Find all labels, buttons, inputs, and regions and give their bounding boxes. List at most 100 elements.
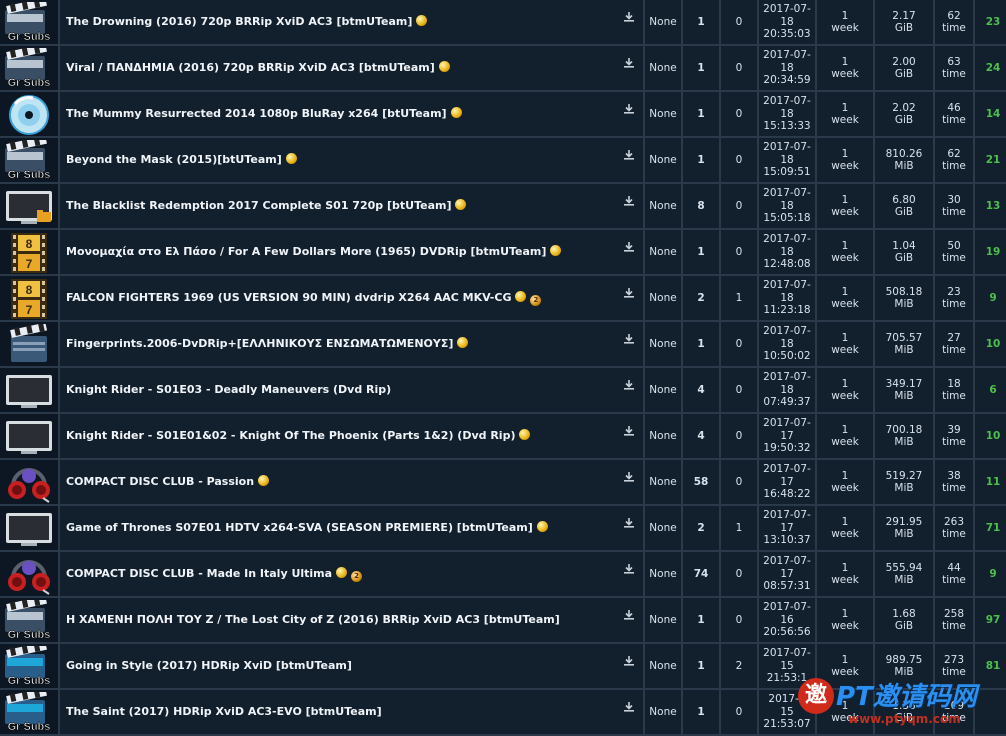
category-cell[interactable]: [0, 552, 60, 598]
table-row[interactable]: COMPACT DISC CLUB - Passion None 58 0 20…: [0, 460, 1006, 506]
torrent-title-link[interactable]: Viral / ΠΑΝΔΗΜΙΑ (2016) 720p BRRip XviD …: [66, 61, 435, 74]
category-cell[interactable]: Gr Subs: [0, 46, 60, 92]
snatched-times[interactable]: 46 time: [935, 92, 975, 138]
category-film-reel-icon[interactable]: 8 7: [3, 232, 55, 274]
table-row[interactable]: Fingerprints.2006-DvDRip+[ΕΛΛΗΝΙΚΟΥΣ ΕΝΣ…: [0, 322, 1006, 368]
table-row[interactable]: Knight Rider - S01E03 - Deadly Maneuvers…: [0, 368, 1006, 414]
seeders-count[interactable]: 9: [975, 276, 1006, 322]
torrent-title-link[interactable]: Beyond the Mask (2015)[btUTeam]: [66, 153, 282, 166]
category-gr-subs-clapper-blue-icon[interactable]: Gr Subs: [3, 644, 55, 688]
snatched-times[interactable]: 23 time: [935, 276, 975, 322]
comments-count[interactable]: 0: [721, 598, 759, 644]
seeders-count[interactable]: 10: [975, 414, 1006, 460]
category-cell[interactable]: [0, 460, 60, 506]
torrent-title-link[interactable]: Η ΧΑΜΕΝΗ ΠΟΛΗ ΤΟΥ Ζ / The Lost City of Z…: [66, 613, 560, 626]
comments-count[interactable]: 0: [721, 92, 759, 138]
category-cell[interactable]: 8 7: [0, 276, 60, 322]
seeders-count[interactable]: 21: [975, 138, 1006, 184]
category-gr-subs-clapper-blue-icon[interactable]: Gr Subs: [3, 690, 55, 734]
category-cell[interactable]: [0, 414, 60, 460]
table-row[interactable]: Game of Thrones S07E01 HDTV x264-SVA (SE…: [0, 506, 1006, 552]
comments-count[interactable]: 0: [721, 230, 759, 276]
files-count[interactable]: 1: [683, 46, 721, 92]
seeders-count[interactable]: 19: [975, 230, 1006, 276]
files-count[interactable]: 8: [683, 184, 721, 230]
category-cell[interactable]: Gr Subs: [0, 138, 60, 184]
category-tv-icon[interactable]: [3, 370, 55, 412]
snatched-times[interactable]: 273 time: [935, 644, 975, 690]
snatched-times[interactable]: 27 time: [935, 322, 975, 368]
seeders-count[interactable]: 11: [975, 460, 1006, 506]
snatched-times[interactable]: 209 time: [935, 690, 975, 736]
files-count[interactable]: 1: [683, 644, 721, 690]
seeders-count[interactable]: 6: [975, 368, 1006, 414]
snatched-times[interactable]: 258 time: [935, 598, 975, 644]
seeders-count[interactable]: [975, 690, 1006, 736]
snatched-times[interactable]: 39 time: [935, 414, 975, 460]
torrent-title-link[interactable]: COMPACT DISC CLUB - Passion: [66, 475, 254, 488]
files-count[interactable]: 4: [683, 368, 721, 414]
category-gr-subs-clapper-icon[interactable]: Gr Subs: [3, 46, 55, 90]
seeders-count[interactable]: 9: [975, 552, 1006, 598]
category-cell[interactable]: Gr Subs: [0, 598, 60, 644]
table-row[interactable]: The Blacklist Redemption 2017 Complete S…: [0, 184, 1006, 230]
category-clapper-icon[interactable]: [3, 322, 55, 366]
table-row[interactable]: Gr Subs The Drowning (2016) 720p BRRip X…: [0, 0, 1006, 46]
snatched-times[interactable]: 44 time: [935, 552, 975, 598]
torrent-title-link[interactable]: The Mummy Resurrected 2014 1080p BluRay …: [66, 107, 447, 120]
files-count[interactable]: 2: [683, 276, 721, 322]
torrent-title-link[interactable]: FALCON FIGHTERS 1969 (US VERSION 90 MIN)…: [66, 291, 511, 304]
torrent-title-link[interactable]: Fingerprints.2006-DvDRip+[ΕΛΛΗΝΙΚΟΥΣ ΕΝΣ…: [66, 337, 453, 350]
seeders-count[interactable]: 23: [975, 0, 1006, 46]
category-cell[interactable]: Gr Subs: [0, 644, 60, 690]
snatched-times[interactable]: 62 time: [935, 138, 975, 184]
comments-count[interactable]: 0: [721, 184, 759, 230]
table-row[interactable]: Gr Subs Going in Style (2017) HDRip XviD…: [0, 644, 1006, 690]
category-gr-subs-clapper-icon[interactable]: Gr Subs: [3, 138, 55, 182]
files-count[interactable]: 4: [683, 414, 721, 460]
category-cell[interactable]: [0, 92, 60, 138]
category-gr-subs-clapper-icon[interactable]: Gr Subs: [3, 598, 55, 642]
comments-count[interactable]: 0: [721, 414, 759, 460]
comments-count[interactable]: 1: [721, 276, 759, 322]
snatched-times[interactable]: 63 time: [935, 46, 975, 92]
category-tv-folder-icon[interactable]: [3, 186, 55, 228]
torrent-title-link[interactable]: Knight Rider - S01E03 - Deadly Maneuvers…: [66, 383, 391, 396]
category-music-headphones-icon[interactable]: [3, 462, 55, 504]
snatched-times[interactable]: 50 time: [935, 230, 975, 276]
files-count[interactable]: 1: [683, 690, 721, 736]
category-bluray-disc-icon[interactable]: [3, 94, 55, 136]
category-cell[interactable]: 8 7: [0, 230, 60, 276]
comments-count[interactable]: 2: [721, 644, 759, 690]
table-row[interactable]: Gr Subs Η ΧΑΜΕΝΗ ΠΟΛΗ ΤΟΥ Ζ / The Lost C…: [0, 598, 1006, 644]
files-count[interactable]: 58: [683, 460, 721, 506]
torrent-title-link[interactable]: The Drowning (2016) 720p BRRip XviD AC3 …: [66, 15, 412, 28]
seeders-count[interactable]: 97: [975, 598, 1006, 644]
seeders-count[interactable]: 13: [975, 184, 1006, 230]
category-cell[interactable]: [0, 368, 60, 414]
snatched-times[interactable]: 62 time: [935, 0, 975, 46]
comments-count[interactable]: 0: [721, 322, 759, 368]
comments-count[interactable]: 0: [721, 552, 759, 598]
comments-count[interactable]: 1: [721, 506, 759, 552]
torrent-title-link[interactable]: The Saint (2017) HDRip XviD AC3-EVO [btm…: [66, 705, 382, 718]
torrent-title-link[interactable]: COMPACT DISC CLUB - Made In Italy Ultima: [66, 567, 332, 580]
comments-count[interactable]: 0: [721, 460, 759, 506]
comments-count[interactable]: 0: [721, 0, 759, 46]
table-row[interactable]: 8 7 Μονομαχία στο Ελ Πάσο / For A Few Do…: [0, 230, 1006, 276]
category-film-reel-icon[interactable]: 8 7: [3, 278, 55, 320]
seeders-count[interactable]: 81: [975, 644, 1006, 690]
snatched-times[interactable]: 38 time: [935, 460, 975, 506]
category-tv-icon[interactable]: [3, 416, 55, 458]
table-row[interactable]: The Mummy Resurrected 2014 1080p BluRay …: [0, 92, 1006, 138]
torrent-title-link[interactable]: Knight Rider - S01E01&02 - Knight Of The…: [66, 429, 515, 442]
comments-count[interactable]: 0: [721, 46, 759, 92]
seeders-count[interactable]: 14: [975, 92, 1006, 138]
files-count[interactable]: 1: [683, 0, 721, 46]
snatched-times[interactable]: 18 time: [935, 368, 975, 414]
comments-count[interactable]: 0: [721, 690, 759, 736]
category-music-headphones-icon[interactable]: [3, 554, 55, 596]
table-row[interactable]: Gr Subs Viral / ΠΑΝΔΗΜΙΑ (2016) 720p BRR…: [0, 46, 1006, 92]
files-count[interactable]: 1: [683, 322, 721, 368]
torrent-title-link[interactable]: Μονομαχία στο Ελ Πάσο / For A Few Dollar…: [66, 245, 546, 258]
